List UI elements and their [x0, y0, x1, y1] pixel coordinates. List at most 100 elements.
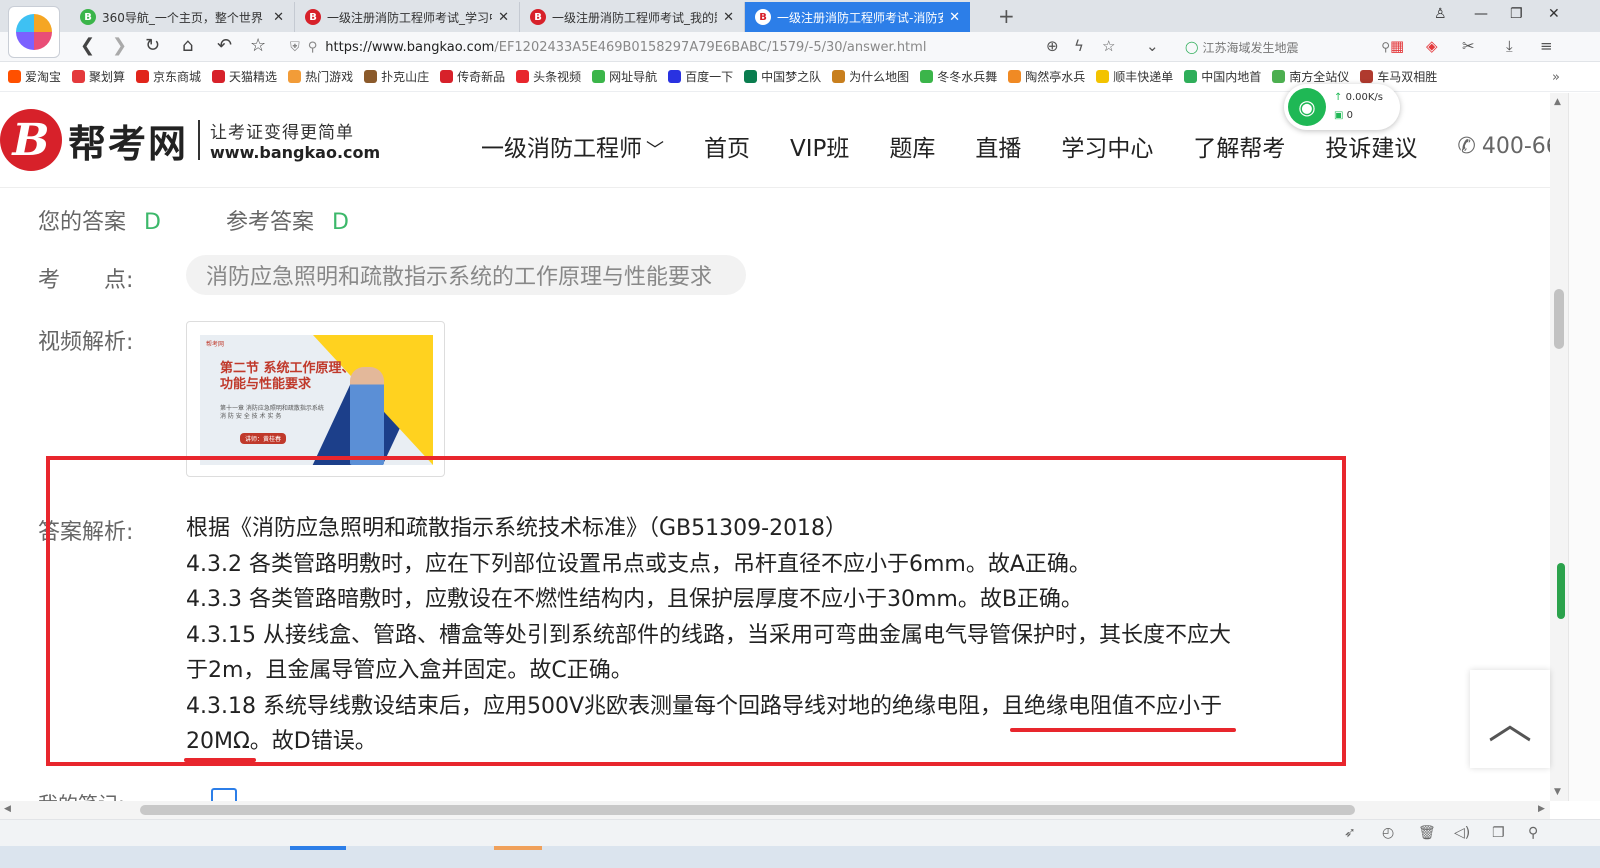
video-thumbnail[interactable]: 帮考网 第二节 系统工作原理、 功能与性能要求 第十一章 消防应急照明和疏散指示系… [200, 335, 433, 465]
browser-tab[interactable]: B 一级注册消防工程师考试-消防安 ✕ [745, 2, 970, 32]
bookmark-item[interactable]: 京东商城 [136, 68, 201, 85]
back-to-top-button[interactable]: ︿ [1470, 670, 1550, 768]
nav-home[interactable]: 首页 [704, 129, 750, 163]
bookmark-item[interactable]: 冬冬水兵舞 [920, 68, 997, 85]
highlight-underline [184, 758, 256, 762]
nav-about[interactable]: 了解帮考 [1193, 129, 1285, 163]
bookmark-item[interactable]: 天猫精选 [212, 68, 277, 85]
topic-label: 考 点: [38, 268, 134, 293]
minimize-button[interactable]: — [1474, 6, 1488, 22]
close-tab-icon[interactable]: ✕ [498, 10, 509, 25]
rocket-icon[interactable]: ➶ [1344, 825, 1356, 841]
bookmark-item[interactable]: 扑克山庄 [364, 68, 429, 85]
horizontal-scrollbar[interactable]: ◀ ▶ [0, 801, 1550, 819]
tab-label: 一级注册消防工程师考试_学习中 [327, 10, 493, 25]
nav-live[interactable]: 直播 [975, 129, 1021, 163]
speed-icon[interactable]: ◴ [1382, 825, 1394, 841]
undo-icon[interactable]: ↶ [217, 36, 232, 56]
bookmark-item[interactable]: 爱淘宝 [8, 68, 61, 85]
bookmark-favicon-icon [516, 70, 530, 83]
scroll-left-icon[interactable]: ◀ [4, 804, 11, 814]
brand-divider [198, 120, 201, 160]
scroll-right-icon[interactable]: ▶ [1538, 804, 1545, 814]
bookmark-star-icon[interactable]: ☆ [1102, 37, 1115, 55]
taskbar-active-indicator [290, 846, 346, 850]
nav-vip[interactable]: VIP班 [790, 129, 849, 163]
trash-icon[interactable]: 🗑 [1418, 825, 1436, 841]
new-tab-button[interactable]: + [998, 4, 1015, 28]
cut-icon[interactable]: ✂ [1462, 37, 1475, 55]
bookmark-item[interactable]: 中国梦之队 [744, 68, 821, 85]
apps-icon[interactable]: ▦ [1390, 37, 1404, 55]
bookmark-label: 网址导航 [609, 70, 658, 84]
network-widget[interactable]: ◉ ↑ 0.00K/s ▣ 0 [1284, 84, 1400, 130]
secure-shield-icon: ⛨ [290, 39, 300, 55]
bookmark-item[interactable]: 中国内地首 [1184, 68, 1261, 85]
browser-tab[interactable]: B 一级注册消防工程师考试_学习中 ✕ [295, 2, 520, 32]
bookmark-item[interactable]: 网址导航 [592, 68, 657, 85]
video-card[interactable]: 帮考网 第二节 系统工作原理、 功能与性能要求 第十一章 消防应急照明和疏散指示系… [186, 321, 445, 477]
hscroll-thumb[interactable] [140, 805, 1355, 815]
window-icon[interactable]: ❐ [1492, 825, 1505, 841]
bookmarks-more-icon[interactable]: » [1552, 70, 1560, 85]
address-bar[interactable]: ⛨ ⚲ https://www.bangkao.com/EF1202433A5E… [290, 34, 1160, 60]
vertical-scrollbar[interactable]: ▲ ▼ [1550, 93, 1568, 801]
home-icon[interactable]: ⌂ [182, 36, 193, 56]
close-window-button[interactable]: ✕ [1548, 6, 1560, 22]
forward-icon[interactable]: ❯ [112, 36, 127, 56]
close-tab-icon[interactable]: ✕ [273, 10, 284, 25]
game-icon[interactable]: ◈ [1426, 37, 1438, 55]
topic-tag[interactable]: 消防应急照明和疏散指示系统的工作原理与性能要求 [186, 255, 746, 295]
brand-mark: B [0, 109, 62, 171]
download-icon[interactable]: ⤓ [1506, 37, 1513, 55]
phone-icon: ✆ [1457, 133, 1476, 159]
tab-label: 一级注册消防工程师考试-消防安 [777, 10, 944, 25]
reload-icon[interactable]: ↻ [145, 36, 160, 56]
restore-button[interactable]: ❐ [1510, 6, 1523, 22]
menu-icon[interactable]: ≡ [1540, 37, 1553, 55]
nav-feedback[interactable]: 投诉建议 [1325, 129, 1417, 163]
back-icon[interactable]: ❮ [80, 36, 95, 56]
lightning-icon[interactable]: ϟ [1074, 37, 1084, 55]
search-icon[interactable]: ⚲ [1381, 40, 1390, 54]
bookmark-item[interactable]: 车马双相胜 [1360, 68, 1437, 85]
net-lock-icon: ▣ [1334, 110, 1344, 121]
scroll-thumb[interactable] [1554, 289, 1564, 349]
nav-question-bank[interactable]: 题库 [889, 129, 935, 163]
side-widget-handle[interactable] [1557, 563, 1565, 619]
close-tab-icon[interactable]: ✕ [949, 10, 960, 25]
dropdown-chevron-icon[interactable]: ⌄ [1146, 37, 1159, 55]
thumb-logo: 帮考网 [206, 341, 225, 348]
volume-icon[interactable]: ◁) [1454, 825, 1470, 841]
bookmark-label: 百度一下 [685, 70, 734, 84]
browser-logo-icon[interactable] [8, 6, 60, 58]
bookmark-item[interactable]: 陶然亭水兵 [1008, 68, 1085, 85]
chevron-up-icon: ︿ [1488, 698, 1532, 749]
browser-tab[interactable]: B 360导航_一个主页，整个世界 ✕ [70, 2, 295, 32]
nav-learning-center[interactable]: 学习中心 [1061, 129, 1153, 163]
search-engine-icon: ◯ [1185, 40, 1199, 54]
bookmark-label: 头条视频 [533, 70, 582, 84]
bookmark-item[interactable]: 为什么地图 [832, 68, 909, 85]
bookmark-item[interactable]: 顺丰快递单 [1096, 68, 1173, 85]
close-tab-icon[interactable]: ✕ [723, 10, 734, 25]
scroll-up-icon[interactable]: ▲ [1554, 97, 1561, 107]
zoom-icon[interactable]: ⊕ [1046, 37, 1059, 55]
skin-icon[interactable]: ♙ [1434, 6, 1447, 22]
bookmark-item[interactable]: 传奇新品 [440, 68, 505, 85]
bookmark-item[interactable]: 热门游戏 [288, 68, 353, 85]
bookmark-item[interactable]: 头条视频 [516, 68, 581, 85]
bookmark-item[interactable]: 南方全站仪 [1272, 68, 1349, 85]
bookmark-item[interactable]: 百度一下 [668, 68, 733, 85]
browser-tab[interactable]: B 一级注册消防工程师考试_我的题 ✕ [520, 2, 745, 32]
page-info-icon[interactable]: ⚲ [308, 40, 318, 55]
zoom-status-icon[interactable]: ⚲ [1528, 825, 1538, 841]
nav-exam-select[interactable]: 一级消防工程师 ﹀ [481, 129, 664, 163]
favorite-star-icon[interactable]: ☆ [250, 36, 266, 56]
bookmark-label: 顺丰快递单 [1113, 70, 1174, 84]
edit-note-icon[interactable] [211, 788, 237, 802]
scroll-down-icon[interactable]: ▼ [1554, 787, 1561, 797]
site-logo[interactable]: B 帮考网 让考证变得更简单 www.bangkao.com [0, 109, 380, 171]
bookmark-item[interactable]: 聚划算 [72, 68, 125, 85]
search-box[interactable]: ◯ 江苏海域发生地震 ⚲ [1185, 34, 1390, 60]
